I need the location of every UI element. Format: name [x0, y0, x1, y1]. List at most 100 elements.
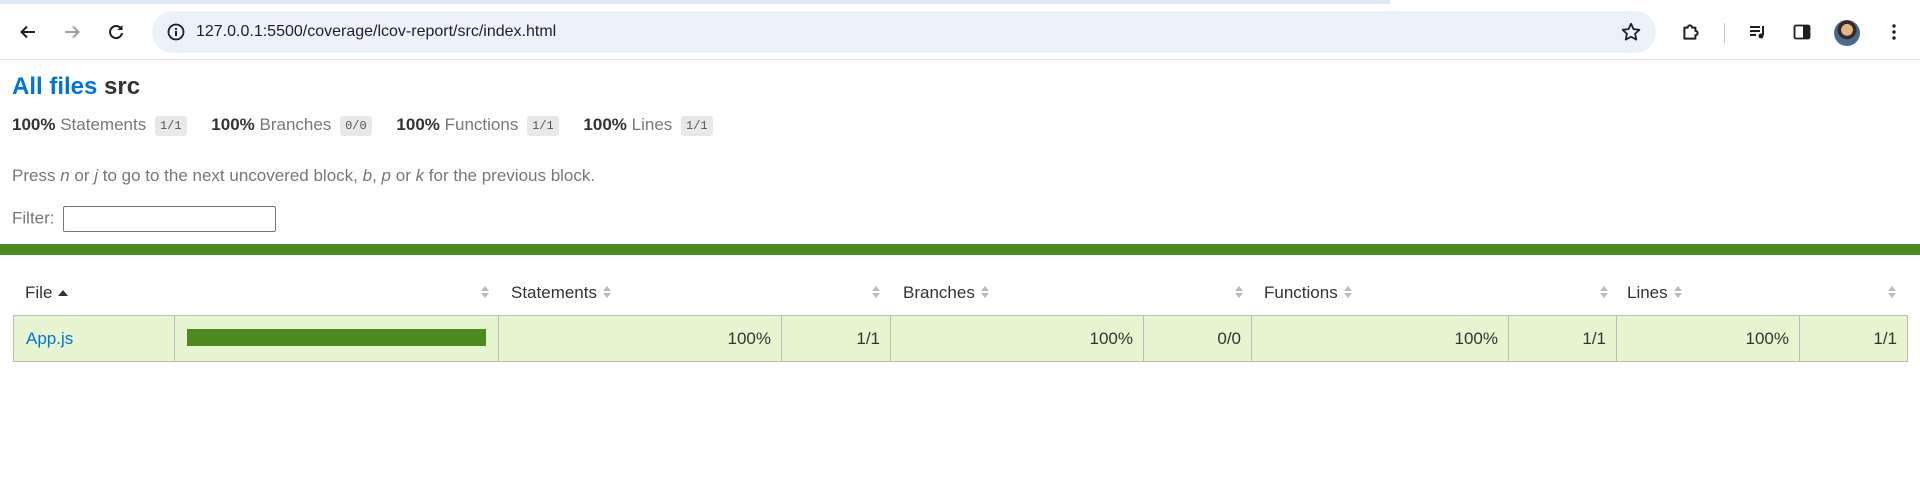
lines-frac: 1/1: [1873, 328, 1897, 348]
summary-label: Lines: [631, 115, 673, 134]
all-files-link[interactable]: All files: [12, 73, 97, 100]
coverage-bar-cell: [175, 316, 499, 361]
summary-fraction: 1/1: [154, 116, 187, 136]
hint-text: to go to the next uncovered block,: [98, 166, 363, 185]
hint-text: ,: [372, 166, 382, 185]
branches-frac: 0/0: [1217, 328, 1241, 348]
reload-icon: [109, 25, 123, 40]
hint-text: or: [69, 166, 95, 185]
lines-pct: 100%: [1745, 328, 1789, 348]
sort-icon: [603, 286, 612, 300]
summary-pct: 100%: [396, 115, 440, 134]
header-file[interactable]: File: [25, 271, 69, 315]
bookmark-star-icon[interactable]: [1618, 19, 1644, 45]
header-statements-raw[interactable]: [866, 271, 881, 315]
sort-icon: [481, 286, 490, 300]
back-button[interactable]: [10, 14, 46, 50]
hint-key: p: [381, 166, 392, 185]
hint-key: k: [415, 166, 425, 185]
hint-key: n: [60, 166, 70, 185]
reload-button[interactable]: [98, 14, 134, 50]
toolbar-divider: [1724, 23, 1725, 43]
header-branches-raw[interactable]: [1229, 271, 1244, 315]
header-file-bar[interactable]: [475, 271, 490, 315]
header-functions-raw[interactable]: [1594, 271, 1609, 315]
header-label: Branches: [903, 283, 975, 302]
sort-icon: [1235, 286, 1244, 300]
current-dir: src: [104, 73, 141, 100]
summary-fraction: 1/1: [527, 116, 559, 136]
statements-pct: 100%: [727, 328, 771, 348]
summary-branches: 100% Branches 0/0: [211, 115, 372, 136]
summary-label: Statements: [60, 115, 147, 134]
summary-label: Functions: [444, 115, 519, 134]
statements-frac: 1/1: [856, 328, 880, 348]
branches-pct: 100%: [1089, 328, 1133, 348]
summary-pct: 100%: [583, 115, 627, 134]
address-bar[interactable]: 127.0.0.1:5500/coverage/lcov-report/src/…: [152, 11, 1656, 53]
functions-pct-cell: 100%: [1252, 316, 1509, 361]
summary-fraction: 1/1: [681, 116, 713, 136]
site-info-icon[interactable]: [162, 18, 190, 46]
sort-icon: [1600, 286, 1609, 300]
statements-frac-cell: 1/1: [782, 316, 891, 361]
browser-toolbar: 127.0.0.1:5500/coverage/lcov-report/src/…: [0, 4, 1920, 60]
keyboard-hint: Press n or j to go to the next uncovered…: [12, 166, 595, 186]
side-panel-icon[interactable]: [1788, 18, 1816, 46]
url-text[interactable]: 127.0.0.1:5500/coverage/lcov-report/src/…: [196, 23, 556, 41]
branches-frac-cell: 0/0: [1144, 316, 1252, 361]
page-title: All files src: [12, 73, 140, 101]
filter-section: Filter:: [12, 206, 277, 232]
sort-icon: [980, 286, 990, 300]
filter-input[interactable]: [63, 206, 277, 232]
coverage-table: File Statements Branches Functions Lines…: [13, 271, 1908, 362]
header-label: File: [25, 283, 53, 302]
lines-pct-cell: 100%: [1617, 316, 1800, 361]
header-branches[interactable]: Branches: [903, 271, 990, 315]
summary-functions: 100% Functions 1/1: [396, 115, 559, 136]
forward-button[interactable]: [54, 14, 90, 50]
header-label: Statements: [511, 283, 597, 302]
sort-icon: [1673, 286, 1683, 300]
extensions-icon[interactable]: [1677, 18, 1705, 46]
header-lines[interactable]: Lines: [1627, 271, 1683, 315]
coverage-status-bar: [0, 244, 1920, 255]
header-functions[interactable]: Functions: [1264, 271, 1353, 315]
forward-arrow-icon: [65, 25, 80, 39]
filter-label: Filter:: [12, 208, 55, 228]
summary-lines: 100% Lines 1/1: [583, 115, 713, 136]
file-cell: App.js: [14, 316, 175, 361]
coverage-bar: [187, 329, 486, 346]
sort-ascending-icon: [58, 290, 69, 296]
summary-stats: 100% Statements 1/1 100% Branches 0/0 10…: [12, 115, 733, 136]
header-statements[interactable]: Statements: [511, 271, 612, 315]
functions-frac-cell: 1/1: [1509, 316, 1617, 361]
summary-label: Branches: [259, 115, 332, 134]
file-link[interactable]: App.js: [26, 329, 73, 349]
hint-text: or: [391, 166, 416, 185]
summary-pct: 100%: [211, 115, 255, 134]
statements-pct-cell: 100%: [499, 316, 782, 361]
sort-icon: [1888, 286, 1897, 300]
hint-key: b: [362, 166, 373, 185]
functions-frac: 1/1: [1582, 328, 1606, 348]
back-arrow-icon: [20, 25, 35, 39]
header-label: Lines: [1627, 283, 1668, 302]
table-row: App.js 100% 1/1 100% 0/0 100% 1/1 100% 1…: [13, 315, 1908, 362]
profile-avatar[interactable]: [1834, 20, 1860, 46]
media-queue-icon[interactable]: [1744, 18, 1772, 46]
summary-statements: 100% Statements 1/1: [12, 115, 187, 136]
summary-fraction: 0/0: [340, 116, 372, 136]
functions-pct: 100%: [1454, 328, 1498, 348]
sort-icon: [1343, 286, 1353, 300]
lines-frac-cell: 1/1: [1800, 316, 1907, 361]
header-label: Functions: [1264, 283, 1338, 302]
hint-text: Press: [12, 166, 61, 185]
header-lines-raw[interactable]: [1882, 271, 1897, 315]
more-menu-icon[interactable]: [1880, 18, 1908, 46]
sort-icon: [872, 286, 881, 300]
summary-pct: 100%: [12, 115, 56, 134]
branches-pct-cell: 100%: [891, 316, 1144, 361]
table-header: File Statements Branches Functions Lines: [13, 271, 1908, 315]
hint-text: for the previous block.: [424, 166, 596, 185]
